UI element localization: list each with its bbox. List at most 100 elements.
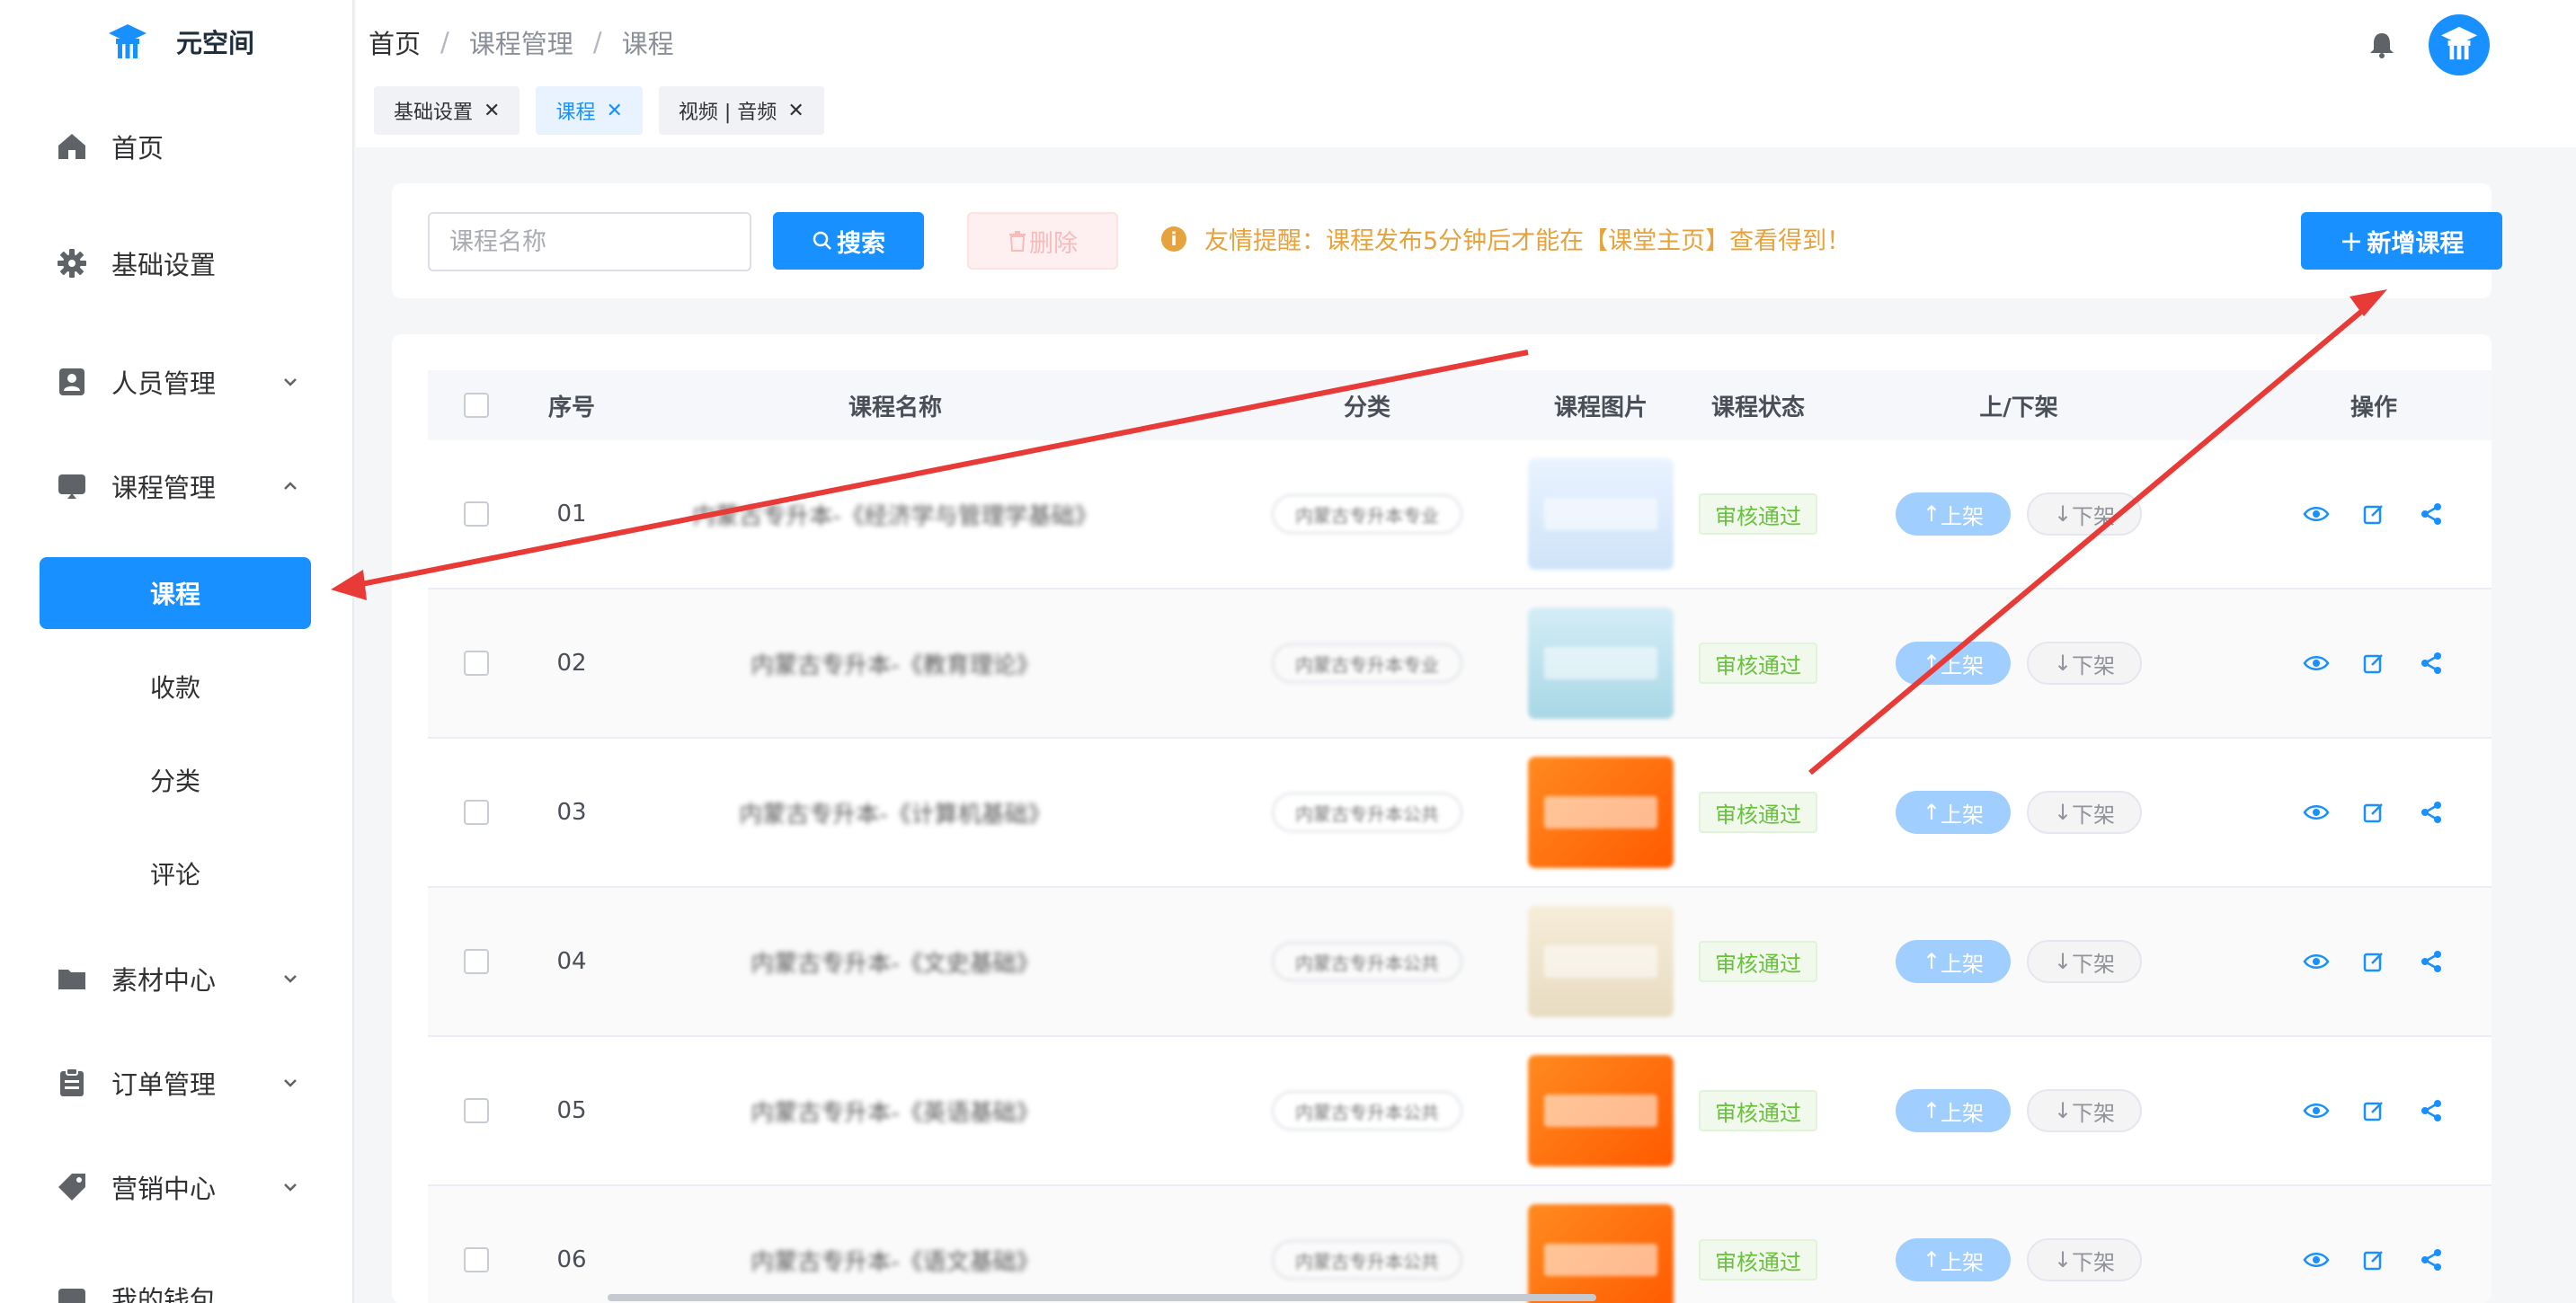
table-row: 04 内蒙古专升本-《文史基础》 内蒙古专升本公共 审核通过 ↑ 上架 ↓ 下架 bbox=[428, 888, 2492, 1037]
view-eye-icon[interactable] bbox=[2300, 647, 2332, 679]
edit-icon[interactable] bbox=[2358, 1095, 2390, 1127]
shelf-down-button[interactable]: ↓ 下架 bbox=[2027, 642, 2142, 685]
tab-basic-settings[interactable]: 基础设置 ✕ bbox=[374, 86, 520, 135]
share-icon[interactable] bbox=[2415, 945, 2447, 978]
breadcrumb-item[interactable]: 课程管理 bbox=[469, 23, 573, 61]
sidebar-item-materials[interactable]: 素材中心 bbox=[0, 947, 352, 1010]
edit-icon[interactable] bbox=[2358, 945, 2390, 978]
shelf-up-button[interactable]: ↑ 上架 bbox=[1896, 492, 2011, 536]
sidebar-subitem-payment[interactable]: 收款 bbox=[40, 651, 311, 722]
view-eye-icon[interactable] bbox=[2300, 796, 2332, 829]
shelf-down-label: 下架 bbox=[2072, 652, 2116, 678]
row-checkbox[interactable] bbox=[464, 501, 489, 527]
close-icon[interactable]: ✕ bbox=[606, 100, 622, 122]
table-row: 05 内蒙古专升本-《英语基础》 内蒙古专升本公共 审核通过 ↑ 上架 ↓ 下架 bbox=[428, 1037, 2492, 1186]
course-name-search-input[interactable] bbox=[428, 212, 751, 271]
row-checkbox[interactable] bbox=[464, 1247, 489, 1272]
share-icon[interactable] bbox=[2415, 647, 2447, 679]
shelf-up-button[interactable]: ↑ 上架 bbox=[1896, 940, 2011, 983]
course-thumbnail[interactable] bbox=[1528, 458, 1674, 570]
add-course-button[interactable]: + 新增课程 bbox=[2301, 212, 2502, 270]
sidebar-item-orders[interactable]: 订单管理 bbox=[0, 1051, 352, 1114]
edit-icon[interactable] bbox=[2358, 647, 2390, 679]
chevron-down-icon bbox=[277, 965, 304, 992]
share-icon[interactable] bbox=[2415, 1244, 2447, 1276]
shelf-down-button[interactable]: ↓ 下架 bbox=[2027, 492, 2142, 536]
view-eye-icon[interactable] bbox=[2300, 498, 2332, 530]
shelf-up-button[interactable]: ↑ 上架 bbox=[1896, 642, 2011, 685]
shelf-up-button[interactable]: ↑ 上架 bbox=[1896, 791, 2011, 834]
sidebar-item-label: 首页 bbox=[111, 133, 164, 164]
course-thumbnail[interactable] bbox=[1528, 1204, 1674, 1303]
shelf-down-label: 下架 bbox=[2072, 503, 2116, 529]
sidebar-item-wallet[interactable]: 我的钱包 bbox=[0, 1267, 352, 1303]
select-all-checkbox[interactable] bbox=[464, 393, 489, 418]
app-name: 元空间 bbox=[176, 28, 255, 58]
view-eye-icon[interactable] bbox=[2300, 945, 2332, 978]
delete-button[interactable]: 删除 bbox=[967, 212, 1118, 270]
row-checkbox[interactable] bbox=[464, 949, 489, 974]
arrow-up-icon: ↑ bbox=[1922, 1247, 1941, 1272]
shelf-up-button[interactable]: ↑ 上架 bbox=[1896, 1238, 2011, 1281]
home-icon bbox=[54, 129, 90, 164]
top-header: 首页 / 课程管理 / 课程 基础设置 ✕ 课程 ✕ 视频 | 音频 ✕ bbox=[356, 0, 2576, 147]
shelf-down-button[interactable]: ↓ 下架 bbox=[2027, 791, 2142, 834]
view-eye-icon[interactable] bbox=[2300, 1244, 2332, 1276]
breadcrumb-item: 课程 bbox=[621, 29, 674, 59]
shelf-down-button[interactable]: ↓ 下架 bbox=[2027, 1089, 2142, 1132]
close-icon[interactable]: ✕ bbox=[787, 100, 804, 122]
sidebar-item-basic-settings[interactable]: 基础设置 bbox=[0, 232, 352, 295]
share-icon[interactable] bbox=[2415, 796, 2447, 829]
sidebar-subitem-category[interactable]: 分类 bbox=[40, 744, 311, 816]
row-index: 04 bbox=[556, 948, 587, 975]
sidebar-item-course-mgmt[interactable]: 课程管理 bbox=[0, 455, 352, 518]
shelf-down-label: 下架 bbox=[2072, 1249, 2116, 1275]
row-checkbox[interactable] bbox=[464, 1098, 489, 1123]
course-thumbnail[interactable] bbox=[1528, 607, 1674, 719]
shelf-down-button[interactable]: ↓ 下架 bbox=[2027, 940, 2142, 983]
arrow-down-icon: ↓ bbox=[2053, 949, 2073, 974]
course-thumbnail[interactable] bbox=[1528, 1055, 1674, 1166]
shelf-down-button[interactable]: ↓ 下架 bbox=[2027, 1238, 2142, 1281]
edit-icon[interactable] bbox=[2358, 1244, 2390, 1276]
avatar[interactable] bbox=[2429, 14, 2490, 75]
table-row: 01 内蒙古专升本-《经济学与管理学基础》 内蒙古专升本专业 审核通过 ↑ 上架 ↓ 下架 bbox=[428, 440, 2492, 589]
sidebar-item-home[interactable]: 首页 bbox=[0, 115, 352, 178]
tab-label: 视频 | 音频 bbox=[678, 102, 777, 124]
person-card-icon bbox=[54, 364, 90, 400]
close-icon[interactable]: ✕ bbox=[484, 100, 500, 122]
share-icon[interactable] bbox=[2415, 1095, 2447, 1127]
sidebar-item-marketing[interactable]: 营销中心 bbox=[0, 1156, 352, 1219]
arrow-down-icon: ↓ bbox=[2053, 1247, 2073, 1272]
gear-icon bbox=[54, 245, 90, 281]
sidebar-item-label: 课程管理 bbox=[111, 473, 217, 503]
sidebar-item-label: 基础设置 bbox=[111, 250, 217, 280]
search-button[interactable]: 搜索 bbox=[773, 212, 924, 270]
arrow-down-icon: ↓ bbox=[2053, 651, 2073, 676]
edit-icon[interactable] bbox=[2358, 796, 2390, 829]
course-thumbnail[interactable] bbox=[1528, 757, 1674, 868]
arrow-down-icon: ↓ bbox=[2053, 501, 2073, 527]
row-checkbox[interactable] bbox=[464, 651, 489, 676]
tag-icon bbox=[54, 1169, 90, 1205]
table-row: 02 内蒙古专升本-《教育理论》 内蒙古专升本专业 审核通过 ↑ 上架 ↓ 下架 bbox=[428, 589, 2492, 739]
tab-video-audio[interactable]: 视频 | 音频 ✕ bbox=[658, 86, 824, 135]
course-name: 内蒙古专升本-《英语基础》 bbox=[751, 1099, 1040, 1127]
edit-icon[interactable] bbox=[2358, 498, 2390, 530]
app-logo[interactable]: 元空间 bbox=[106, 16, 254, 66]
breadcrumb-item[interactable]: 首页 bbox=[369, 23, 421, 61]
bell-icon[interactable] bbox=[2364, 27, 2400, 63]
horizontal-scrollbar[interactable] bbox=[608, 1294, 1596, 1301]
sidebar-subitem-course[interactable]: 课程 bbox=[40, 557, 311, 629]
status-badge: 审核通过 bbox=[1699, 1090, 1817, 1131]
row-index: 02 bbox=[556, 650, 587, 677]
view-eye-icon[interactable] bbox=[2300, 1095, 2332, 1127]
sidebar-item-staff[interactable]: 人员管理 bbox=[0, 350, 352, 413]
status-badge: 审核通过 bbox=[1699, 1239, 1817, 1281]
course-thumbnail[interactable] bbox=[1528, 906, 1674, 1017]
shelf-up-button[interactable]: ↑ 上架 bbox=[1896, 1089, 2011, 1132]
row-checkbox[interactable] bbox=[464, 800, 489, 825]
tab-course[interactable]: 课程 ✕ bbox=[536, 86, 643, 135]
sidebar-subitem-comment[interactable]: 评论 bbox=[40, 838, 311, 909]
share-icon[interactable] bbox=[2415, 498, 2447, 530]
